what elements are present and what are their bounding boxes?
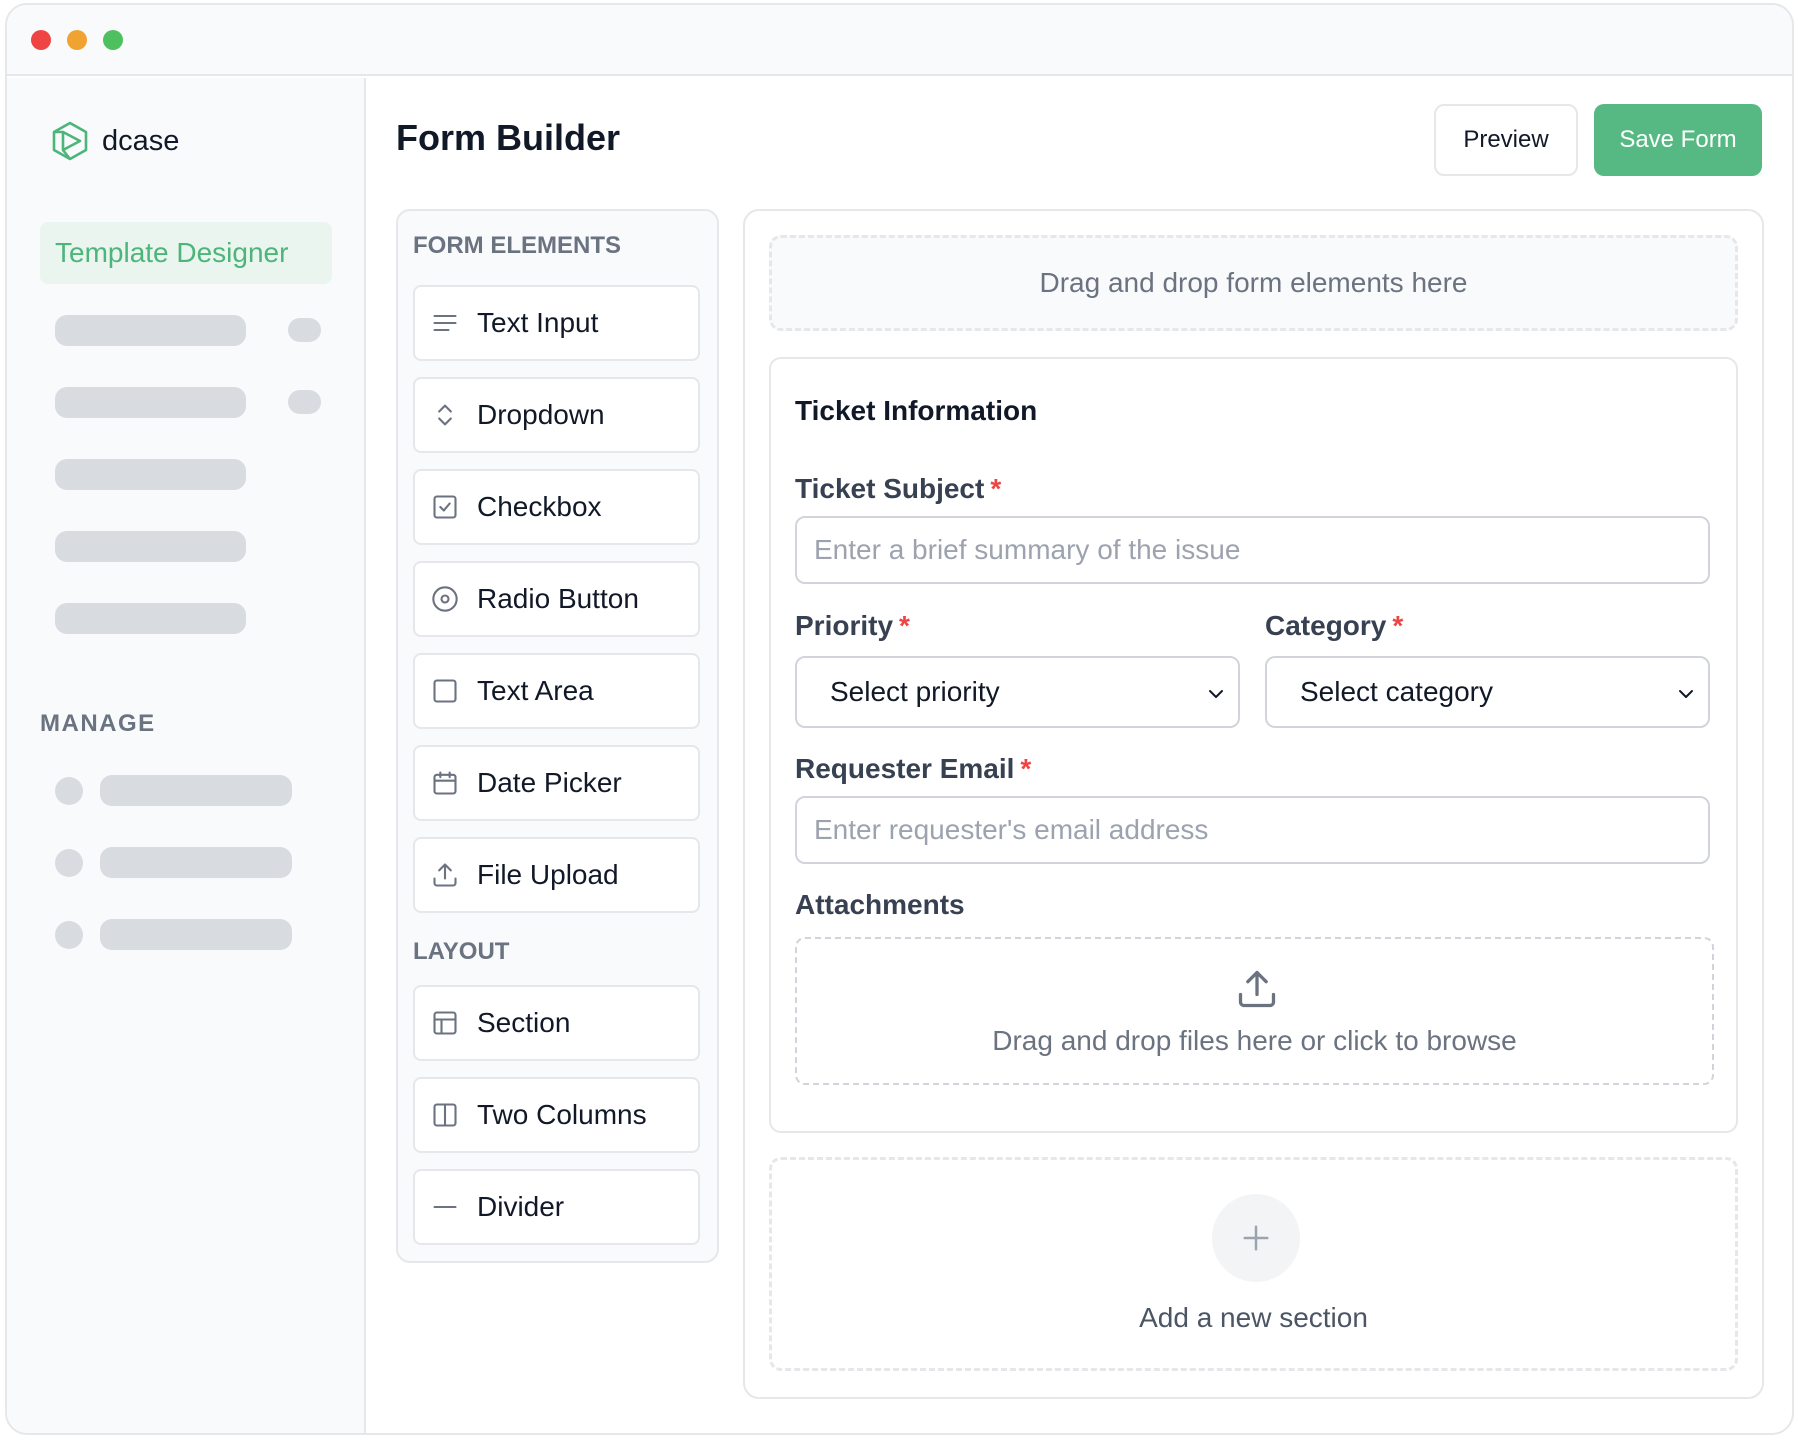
palette-item-label: Text Input — [477, 307, 599, 338]
checkbox-icon — [433, 495, 457, 519]
maximize-window-button[interactable] — [103, 30, 123, 50]
requester-email-input[interactable] — [795, 796, 1710, 864]
required-marker: * — [990, 473, 1002, 504]
upload-icon — [1238, 970, 1276, 1008]
form-elements-dropzone[interactable]: Drag and drop form elements here — [769, 235, 1738, 331]
square-icon — [433, 679, 457, 703]
required-marker: * — [1392, 610, 1404, 641]
sidebar-placeholder-item[interactable] — [55, 531, 246, 562]
columns-icon — [433, 1103, 457, 1127]
palette-item-label: Divider — [477, 1191, 565, 1222]
upload-icon — [433, 863, 457, 887]
sidebar-placeholder-item[interactable] — [55, 603, 246, 634]
priority-label: Priority * — [795, 610, 910, 642]
manage-placeholder-icon — [55, 777, 83, 805]
title-bar — [7, 5, 1792, 76]
minus-icon — [433, 1205, 457, 1209]
palette-item-label: Date Picker — [477, 767, 622, 798]
manage-placeholder-item[interactable] — [100, 919, 292, 950]
palette-item-text-area[interactable]: Text Area — [413, 653, 700, 729]
form-elements-heading: FORM ELEMENTS — [413, 232, 621, 259]
palette-item-date-picker[interactable]: Date Picker — [413, 745, 700, 821]
palette-item-label: Checkbox — [477, 491, 602, 522]
sidebar-placeholder-item[interactable] — [55, 315, 246, 346]
required-marker: * — [1020, 753, 1032, 784]
chevron-up-down-icon — [438, 404, 452, 426]
manage-placeholder-item[interactable] — [100, 847, 292, 878]
close-window-button[interactable] — [31, 30, 51, 50]
preview-button[interactable]: Preview — [1434, 104, 1578, 176]
add-section-button[interactable] — [1212, 1194, 1300, 1282]
manage-placeholder-item[interactable] — [100, 775, 292, 806]
form-canvas: Drag and drop form elements here Ticket … — [743, 209, 1764, 1399]
palette-item-label: Radio Button — [477, 583, 639, 614]
section-title: Ticket Information — [795, 395, 1038, 426]
brand[interactable]: dcase — [50, 120, 179, 162]
category-label-text: Category — [1265, 610, 1387, 641]
category-select-value: Select category — [1300, 676, 1493, 707]
palette-item-checkbox[interactable]: Checkbox — [413, 469, 700, 545]
calendar-icon — [433, 771, 457, 795]
attachments-dropzone-text: Drag and drop files here or click to bro… — [992, 1025, 1517, 1056]
required-marker: * — [899, 610, 910, 641]
save-form-button[interactable]: Save Form — [1594, 104, 1762, 176]
ticket-subject-label: Ticket Subject * — [795, 473, 1001, 505]
plus-icon — [1243, 1225, 1269, 1251]
palette-item-divider[interactable]: Divider — [413, 1169, 700, 1245]
palette-item-two-columns[interactable]: Two Columns — [413, 1077, 700, 1153]
requester-email-label: Requester Email * — [795, 753, 1031, 785]
category-label: Category * — [1265, 610, 1403, 642]
palette-item-radio-button[interactable]: Radio Button — [413, 561, 700, 637]
dcase-logo-icon — [52, 121, 88, 161]
section-layout-icon — [433, 1011, 457, 1035]
sidebar-item-template-designer[interactable]: Template Designer — [40, 222, 332, 284]
sidebar-placeholder-badge — [288, 318, 321, 342]
chevron-down-icon — [1679, 690, 1693, 698]
palette-item-text-input[interactable]: Text Input — [413, 285, 700, 361]
ticket-subject-label-text: Ticket Subject — [795, 473, 985, 504]
priority-select[interactable]: Select priority — [795, 656, 1240, 728]
radio-icon — [432, 586, 458, 612]
add-section-dropzone[interactable]: Add a new section — [769, 1157, 1738, 1371]
palette-item-label: Two Columns — [477, 1099, 647, 1130]
page-title: Form Builder — [396, 117, 621, 158]
minimize-window-button[interactable] — [67, 30, 87, 50]
palette-item-label: Section — [477, 1007, 571, 1038]
sidebar-placeholder-item[interactable] — [55, 387, 246, 418]
brand-name: dcase — [102, 124, 180, 157]
priority-select-value: Select priority — [830, 676, 1000, 707]
form-elements-palette: FORM ELEMENTS Text Input Dropdown Checkb… — [396, 209, 719, 1263]
attachments-dropzone[interactable]: Drag and drop files here or click to bro… — [795, 937, 1714, 1085]
palette-item-file-upload[interactable]: File Upload — [413, 837, 700, 913]
sidebar: dcase Template Designer MANAGE — [7, 78, 366, 1433]
lines-icon — [433, 314, 457, 332]
requester-email-label-text: Requester Email — [795, 753, 1015, 784]
sidebar-placeholder-badge — [288, 390, 321, 414]
palette-item-section[interactable]: Section — [413, 985, 700, 1061]
layout-heading: LAYOUT — [413, 938, 510, 965]
palette-item-label: File Upload — [477, 859, 619, 890]
add-section-text: Add a new section — [1139, 1302, 1368, 1333]
priority-label-text: Priority — [795, 610, 894, 641]
attachments-label: Attachments — [795, 889, 965, 920]
ticket-subject-input[interactable] — [795, 516, 1710, 584]
manage-placeholder-icon — [55, 921, 83, 949]
sidebar-placeholder-item[interactable] — [55, 459, 246, 490]
manage-placeholder-icon — [55, 849, 83, 877]
palette-item-label: Text Area — [477, 675, 594, 706]
category-select[interactable]: Select category — [1265, 656, 1710, 728]
chevron-down-icon — [1209, 690, 1223, 698]
palette-item-dropdown[interactable]: Dropdown — [413, 377, 700, 453]
form-section-ticket-information[interactable]: Ticket Information Ticket Subject* Prior… — [769, 357, 1738, 1133]
manage-section-title: MANAGE — [40, 710, 156, 737]
palette-item-label: Dropdown — [477, 399, 605, 430]
